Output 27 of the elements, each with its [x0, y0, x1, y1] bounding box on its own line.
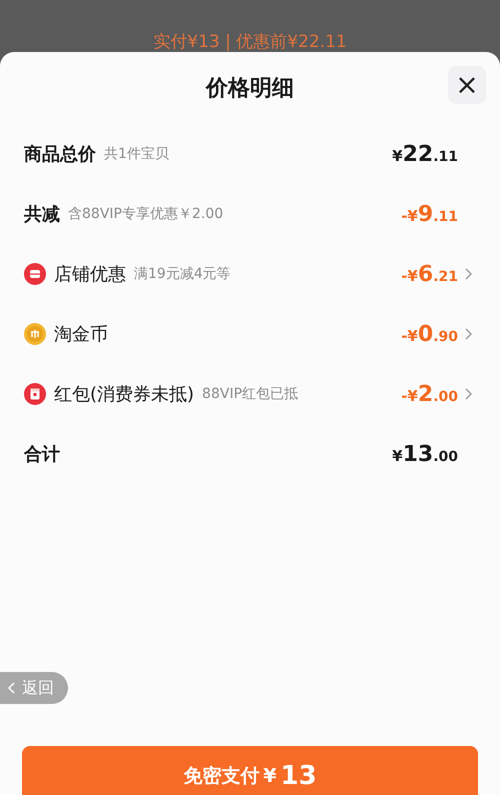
row-note: 含88VIP专享优惠￥2.00 — [68, 205, 224, 223]
chevron-icon[interactable] — [465, 268, 472, 280]
row-label: 商品总价 — [24, 143, 96, 166]
pay-button[interactable]: 免密支付 ¥13 — [22, 746, 478, 795]
price-amount: -¥2.00 — [401, 382, 458, 406]
chevron-icon[interactable] — [465, 328, 472, 340]
price-amount: ¥13.00 — [392, 442, 458, 466]
coin-icon — [24, 323, 46, 345]
price-amount: -¥6.21 — [401, 262, 458, 286]
envelope-icon — [24, 383, 46, 405]
shop-icon — [24, 263, 46, 285]
row-note: 共1件宝贝 — [104, 145, 169, 163]
price-amount: -¥9.11 — [401, 202, 458, 226]
row-label: 红包(消费券未抵) — [54, 383, 194, 406]
row-note: 满19元减4元等 — [134, 265, 231, 283]
row-label: 共减 — [24, 203, 60, 226]
back-button[interactable]: 返回 — [0, 672, 68, 704]
payment-summary: 实付¥13 | 优惠前¥22.11 — [153, 31, 347, 53]
sheet-title: 价格明细 — [206, 75, 294, 103]
chevron-icon[interactable] — [465, 388, 472, 400]
row-note: 88VIP红包已抵 — [202, 385, 298, 403]
row-label: 合计 — [24, 443, 60, 466]
price-amount: ¥22.11 — [392, 142, 458, 166]
row-label: 淘金币 — [54, 323, 108, 346]
row-label: 店铺优惠 — [54, 263, 126, 286]
price-amount: -¥0.90 — [401, 322, 458, 346]
close-button[interactable]: × — [448, 66, 486, 104]
